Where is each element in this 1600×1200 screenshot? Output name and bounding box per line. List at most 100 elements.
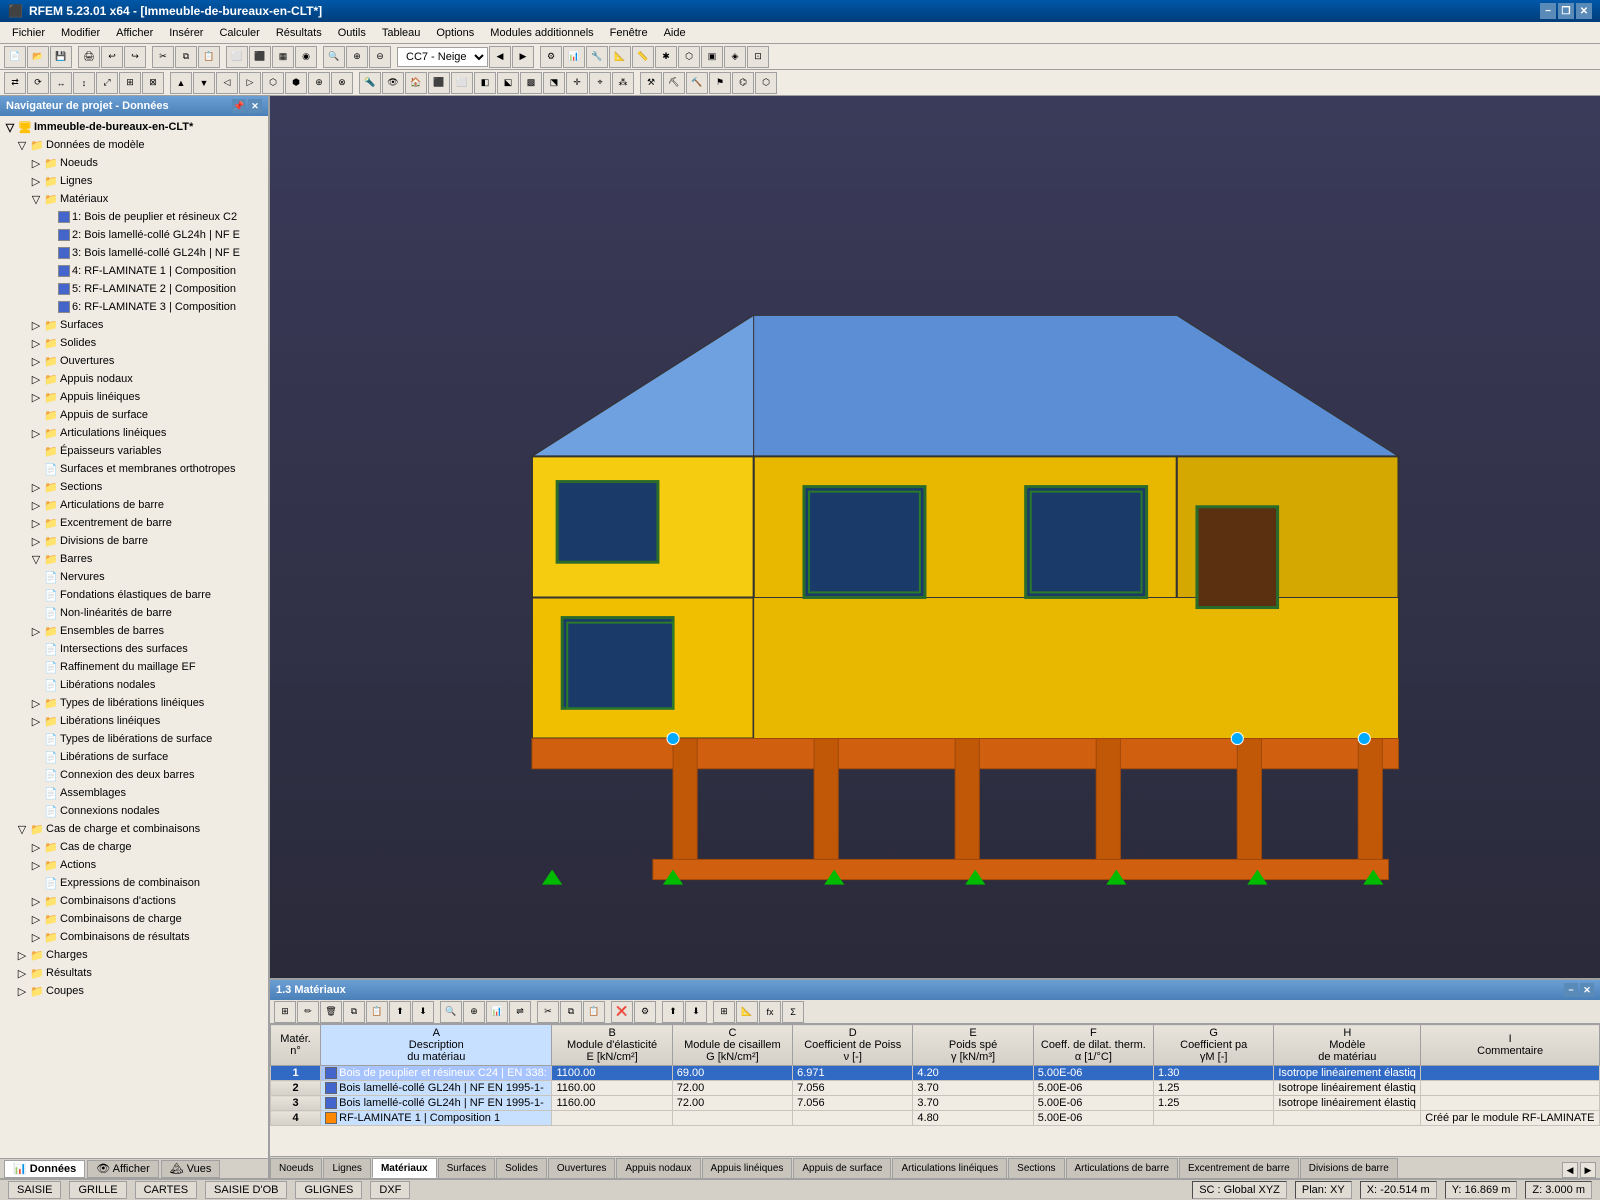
toolbar-next[interactable]: ▶: [512, 46, 534, 68]
dt-btn16[interactable]: ⚙: [634, 1001, 656, 1023]
panel-pin-icon[interactable]: 📌: [232, 99, 246, 113]
dt-btn8[interactable]: 🔍: [440, 1001, 462, 1023]
tree-ensembles[interactable]: ▷ 📁 Ensembles de barres: [2, 622, 266, 640]
toolbar-btn-e[interactable]: 🔍: [323, 46, 345, 68]
toolbar-btn-f[interactable]: ⊕: [346, 46, 368, 68]
tree-barres[interactable]: ▽ 📁 Barres: [2, 550, 266, 568]
tree-types-lib-lin[interactable]: ▷ 📁 Types de libérations linéiques: [2, 694, 266, 712]
noeuds-expand-icon[interactable]: ▷: [30, 157, 42, 169]
ouvertures-expand-icon[interactable]: ▷: [30, 355, 42, 367]
tree-excentrement[interactable]: ▷ 📁 Excentrement de barre: [2, 514, 266, 532]
tree-container[interactable]: ▽ 🖥 Immeuble-de-bureaux-en-CLT* ▽ 📁 Donn…: [0, 116, 268, 1158]
tree-solides[interactable]: ▷ 📁 Solides: [2, 334, 266, 352]
tab-appuis-lineaires[interactable]: Appuis linéiques: [702, 1158, 793, 1178]
comb-res-expand-icon[interactable]: ▷: [30, 931, 42, 943]
cas-charge-expand-icon[interactable]: ▽: [16, 823, 28, 835]
toolbar-open[interactable]: 📂: [27, 46, 49, 68]
dt-btn21[interactable]: fx: [759, 1001, 781, 1023]
status-saisie-ob[interactable]: SAISIE D'OB: [205, 1181, 287, 1199]
toolbar2-btn-g[interactable]: ⊠: [142, 72, 164, 94]
tree-mat1[interactable]: ▷ 1: Bois de peuplier et résineux C2: [2, 208, 266, 226]
toolbar2-btn-t[interactable]: ⬜: [451, 72, 473, 94]
tree-lib-nodales[interactable]: ▷ 📄 Libérations nodales: [2, 676, 266, 694]
tree-comb-charge[interactable]: ▷ 📁 Combinaisons de charge: [2, 910, 266, 928]
cell-row1-c[interactable]: 69.00: [672, 1066, 792, 1081]
tab-divisions-barre[interactable]: Divisions de barre: [1300, 1158, 1398, 1178]
toolbar2-btn-j[interactable]: ◁: [216, 72, 238, 94]
status-glignes[interactable]: GLIGNES: [295, 1181, 362, 1199]
data-panel-min[interactable]: −: [1564, 983, 1578, 997]
tree-noeuds[interactable]: ▷ 📁 Noeuds: [2, 154, 266, 172]
cc-combo[interactable]: CC7 - Neige: [397, 47, 488, 67]
toolbar-btn-l[interactable]: 📏: [632, 46, 654, 68]
tab-appuis-surface[interactable]: Appuis de surface: [793, 1158, 891, 1178]
tab-articulations-lin[interactable]: Articulations linéiques: [892, 1158, 1007, 1178]
menu-fenetre[interactable]: Fenêtre: [602, 25, 656, 41]
panel-close-icon[interactable]: ✕: [248, 99, 262, 113]
cell-row1-f[interactable]: 5.00E-06: [1033, 1066, 1153, 1081]
menu-modules[interactable]: Modules additionnels: [482, 25, 601, 41]
tree-appuis-nodaux[interactable]: ▷ 📁 Appuis nodaux: [2, 370, 266, 388]
toolbar-btn-a[interactable]: ⬜: [226, 46, 248, 68]
status-cartes[interactable]: CARTES: [135, 1181, 197, 1199]
toolbar-btn-q[interactable]: ⊡: [747, 46, 769, 68]
lignes-expand-icon[interactable]: ▷: [30, 175, 42, 187]
toolbar2-btn-c[interactable]: ↔: [50, 72, 72, 94]
cell-row4-f[interactable]: 5.00E-06: [1033, 1111, 1153, 1126]
cell-row3-d[interactable]: 7.056: [793, 1096, 913, 1111]
tree-expr-comb[interactable]: ▷ 📄 Expressions de combinaison: [2, 874, 266, 892]
tree-root[interactable]: ▽ 🖥 Immeuble-de-bureaux-en-CLT*: [2, 118, 266, 136]
toolbar2-btn-ee[interactable]: ⚑: [709, 72, 731, 94]
table-row-3[interactable]: 3 Bois lamellé-collé GL24h | NF EN 1995-…: [271, 1096, 1600, 1111]
surfaces-expand-icon[interactable]: ▷: [30, 319, 42, 331]
cell-row4-d[interactable]: [793, 1111, 913, 1126]
tab-solides[interactable]: Solides: [496, 1158, 547, 1178]
toolbar2-btn-q[interactable]: 👁: [382, 72, 404, 94]
menu-aide[interactable]: Aide: [656, 25, 694, 41]
tree-cas-charge[interactable]: ▷ 📁 Cas de charge: [2, 838, 266, 856]
toolbar2-btn-z[interactable]: ⌖: [589, 72, 611, 94]
tab-sections[interactable]: Sections: [1008, 1158, 1064, 1178]
cell-row2-g[interactable]: 1.25: [1154, 1081, 1274, 1096]
cell-row1-h[interactable]: Isotrope linéairement élastiq: [1274, 1066, 1421, 1081]
tree-comb-actions[interactable]: ▷ 📁 Combinaisons d'actions: [2, 892, 266, 910]
ensembles-expand-icon[interactable]: ▷: [30, 625, 42, 637]
cell-row2-c[interactable]: 72.00: [672, 1081, 792, 1096]
tab-noeuds[interactable]: Noeuds: [270, 1158, 322, 1178]
cell-row3-b[interactable]: 1160.00: [552, 1096, 672, 1111]
menu-modifier[interactable]: Modifier: [53, 25, 108, 41]
cell-row4-h[interactable]: [1274, 1111, 1421, 1126]
toolbar2-btn-d[interactable]: ↕: [73, 72, 95, 94]
tree-artic-barre[interactable]: ▷ 📁 Articulations de barre: [2, 496, 266, 514]
cell-row2-h[interactable]: Isotrope linéairement élastiq: [1274, 1081, 1421, 1096]
dt-btn10[interactable]: 📊: [486, 1001, 508, 1023]
toolbar-btn-g[interactable]: ⊖: [369, 46, 391, 68]
dt-btn14[interactable]: 📋: [583, 1001, 605, 1023]
toolbar2-btn-h[interactable]: ▲: [170, 72, 192, 94]
toolbar-btn-i[interactable]: 📊: [563, 46, 585, 68]
tree-materiaux[interactable]: ▽ 📁 Matériaux: [2, 190, 266, 208]
toolbar2-btn-ff[interactable]: ⌬: [732, 72, 754, 94]
cell-row3-e[interactable]: 3.70: [913, 1096, 1033, 1111]
tree-sections[interactable]: ▷ 📁 Sections: [2, 478, 266, 496]
cell-row1-i[interactable]: [1421, 1066, 1600, 1081]
cell-row2-d[interactable]: 7.056: [793, 1081, 913, 1096]
toolbar2-btn-i[interactable]: ▼: [193, 72, 215, 94]
panel-tab-afficher[interactable]: 👁 Afficher: [87, 1160, 159, 1178]
sections-expand-icon[interactable]: ▷: [30, 481, 42, 493]
toolbar-prev[interactable]: ◀: [489, 46, 511, 68]
menu-calculer[interactable]: Calculer: [211, 25, 267, 41]
tree-mat3[interactable]: ▷ 3: Bois lamellé-collé GL24h | NF E: [2, 244, 266, 262]
tree-types-lib-surf[interactable]: ▷ 📄 Types de libérations de surface: [2, 730, 266, 748]
status-saisie[interactable]: SAISIE: [8, 1181, 61, 1199]
toolbar2-btn-s[interactable]: ⬛: [428, 72, 450, 94]
tab-lignes[interactable]: Lignes: [323, 1158, 370, 1178]
appuis-lin-expand-icon[interactable]: ▷: [30, 391, 42, 403]
tab-materiaux[interactable]: Matériaux: [372, 1158, 437, 1178]
toolbar-btn-h[interactable]: ⚙: [540, 46, 562, 68]
menu-afficher[interactable]: Afficher: [108, 25, 161, 41]
toolbar-btn-o[interactable]: ▣: [701, 46, 723, 68]
cell-row2-f[interactable]: 5.00E-06: [1033, 1081, 1153, 1096]
toolbar-save[interactable]: 💾: [50, 46, 72, 68]
tree-assemblages[interactable]: ▷ 📄 Assemblages: [2, 784, 266, 802]
